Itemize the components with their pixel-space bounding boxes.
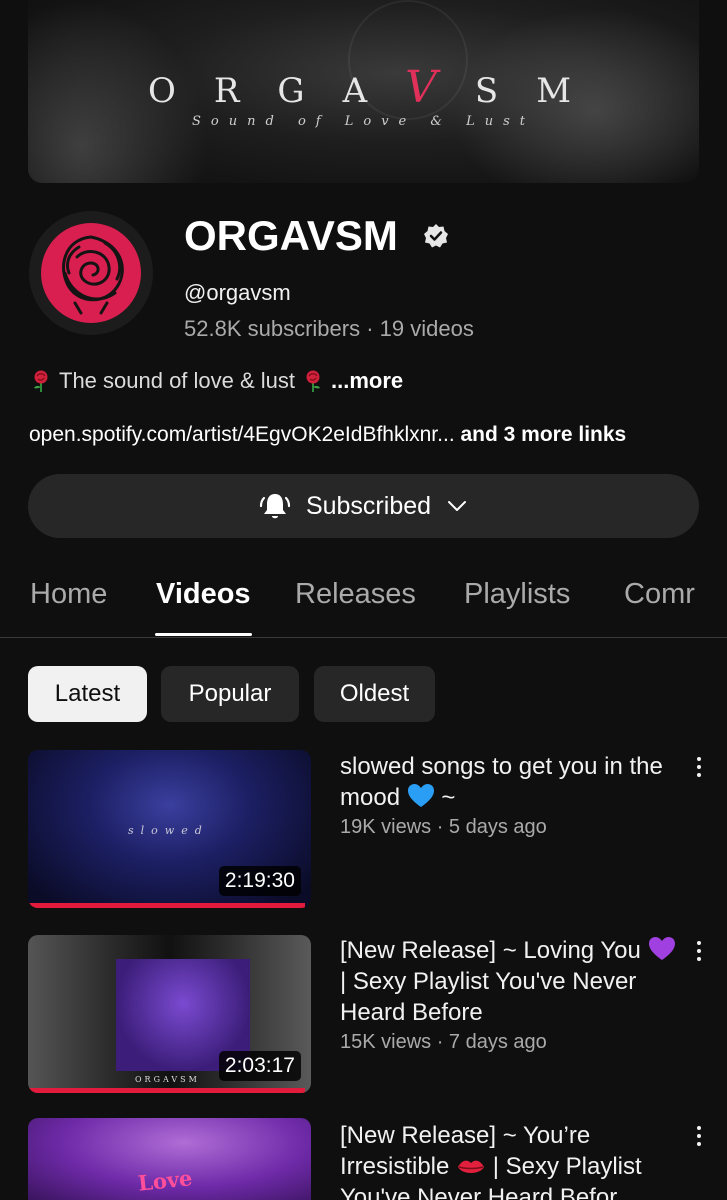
chip-popular[interactable]: Popular bbox=[161, 666, 299, 722]
tab-community[interactable]: Comr bbox=[624, 578, 695, 611]
thumbnail-text: slowed bbox=[128, 824, 209, 837]
video-title[interactable]: [New Release] ~ You’re Irresistible | Se… bbox=[340, 1120, 685, 1200]
verified-badge-icon bbox=[424, 224, 448, 248]
kiss-mark-emoji-icon bbox=[458, 1160, 485, 1173]
video-duration: 2:19:30 bbox=[218, 866, 301, 896]
thumbnail-text: Love bbox=[136, 1165, 194, 1196]
subscribed-button[interactable]: Subscribed bbox=[28, 474, 699, 538]
active-tab-indicator bbox=[155, 633, 252, 636]
video-thumbnail[interactable]: slowed 2:19:30 bbox=[28, 750, 311, 908]
rose-emoji-icon bbox=[306, 370, 321, 392]
tab-releases[interactable]: Releases bbox=[295, 578, 416, 611]
banner-tagline: Sound of Love & Lust bbox=[192, 114, 535, 129]
video-title[interactable]: [New Release] ~ Loving You | Sexy Playli… bbox=[340, 935, 685, 1028]
more-vertical-icon[interactable] bbox=[690, 936, 708, 966]
channel-avatar[interactable] bbox=[29, 211, 153, 335]
more-vertical-icon[interactable] bbox=[690, 1121, 708, 1151]
video-duration: 2:03:17 bbox=[218, 1051, 301, 1081]
chip-latest[interactable]: Latest bbox=[28, 666, 147, 722]
channel-tabs: Home Videos Releases Playlists Comr bbox=[0, 560, 727, 638]
channel-handle: @orgavsm bbox=[184, 280, 291, 305]
channel-name: ORGAVSM bbox=[184, 212, 398, 259]
channel-stats: 52.8K subscribers · 19 videos bbox=[184, 316, 474, 341]
channel-banner: ORGAVSM Sound of Love & Lust bbox=[28, 0, 699, 183]
rose-emoji-icon bbox=[34, 370, 48, 392]
watch-progress-bar bbox=[28, 903, 306, 908]
channel-description[interactable]: The sound of love & lust ...more bbox=[29, 368, 403, 394]
tab-videos[interactable]: Videos bbox=[156, 578, 251, 611]
purple-heart-emoji-icon bbox=[648, 937, 675, 960]
spotify-link[interactable]: open.spotify.com/artist/4EgvOK2eIdBfhklx… bbox=[29, 423, 455, 446]
description-text: The sound of love & lust bbox=[59, 368, 296, 393]
more-links-link[interactable]: and 3 more links bbox=[455, 423, 626, 446]
tab-playlists[interactable]: Playlists bbox=[464, 578, 570, 611]
chip-oldest[interactable]: Oldest bbox=[314, 666, 435, 722]
video-meta: 19K views · 5 days ago bbox=[340, 816, 547, 838]
bell-ringing-icon bbox=[259, 494, 291, 519]
more-vertical-icon[interactable] bbox=[690, 752, 708, 782]
subscribed-label: Subscribed bbox=[305, 491, 432, 520]
banner-logo-title: ORGAVSM bbox=[147, 62, 610, 113]
video-title[interactable]: slowed songs to get you in the mood ~ bbox=[340, 751, 685, 813]
chevron-down-icon bbox=[448, 501, 467, 511]
video-meta: 15K views · 7 days ago bbox=[340, 1031, 547, 1053]
blue-heart-emoji-icon bbox=[407, 784, 434, 807]
description-more-link[interactable]: ...more bbox=[331, 368, 403, 394]
watch-progress-bar bbox=[28, 1088, 306, 1093]
thumbnail-text: ORGAVSM bbox=[135, 1075, 200, 1084]
rose-logo-icon bbox=[41, 223, 141, 323]
video-thumbnail[interactable]: Love bbox=[28, 1118, 311, 1200]
tab-home[interactable]: Home bbox=[30, 578, 107, 611]
video-thumbnail[interactable]: ORGAVSM 2:03:17 bbox=[28, 935, 311, 1093]
channel-links[interactable]: open.spotify.com/artist/4EgvOK2eIdBfhklx… bbox=[29, 423, 626, 447]
